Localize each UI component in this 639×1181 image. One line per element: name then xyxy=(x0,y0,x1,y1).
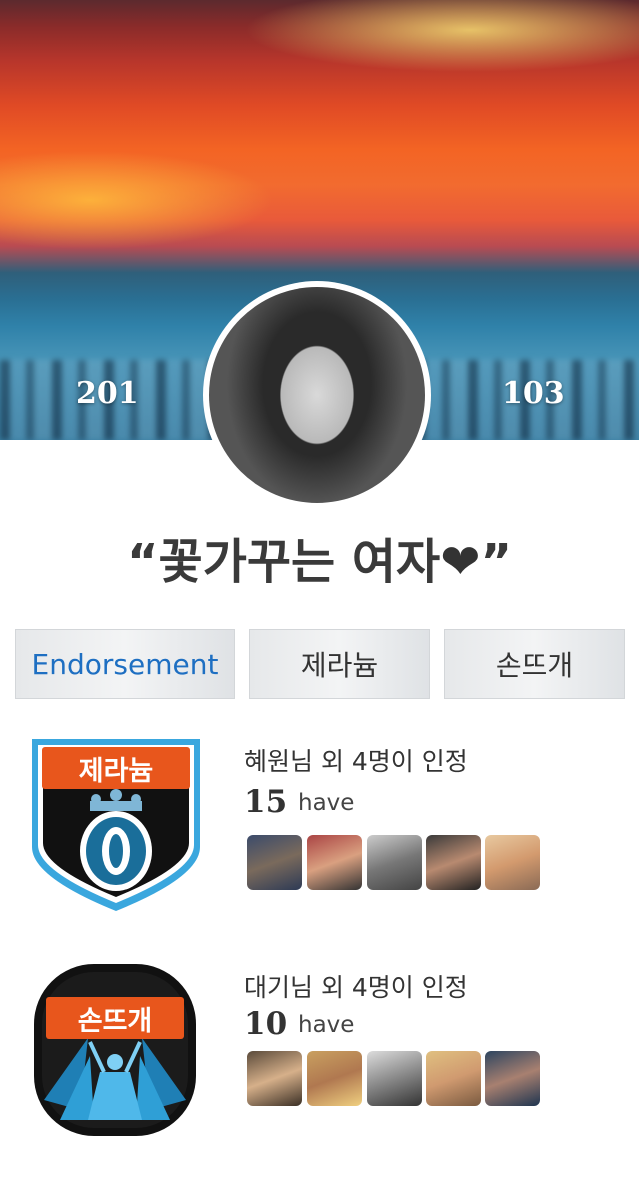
endorser-avatar[interactable] xyxy=(307,835,362,890)
endorser-avatar[interactable] xyxy=(247,835,302,890)
endorsement-count-suffix: have xyxy=(298,1012,355,1038)
profile-title: “꽃가꾸는 여자❤” xyxy=(0,522,639,592)
knitting-badge-icon xyxy=(34,964,196,1136)
tab-geranium[interactable]: 제라늄 xyxy=(249,629,430,699)
endorsement-count: 15 xyxy=(244,784,288,820)
endorser-avatar[interactable] xyxy=(426,835,481,890)
followers-count[interactable]: 201 xyxy=(76,376,139,411)
badge-label: 손뜨개 xyxy=(46,997,184,1039)
heart-icon: ❤ xyxy=(440,534,481,590)
endorser-avatar[interactable] xyxy=(367,835,422,890)
tab-bar: Endorsement 제라늄 손뜨개 xyxy=(15,629,625,699)
profile-title-text: “꽃가꾸는 여자 xyxy=(127,534,441,590)
profile-title-close: ” xyxy=(480,534,512,590)
endorser-avatar[interactable] xyxy=(247,1051,302,1106)
tab-endorsement[interactable]: Endorsement xyxy=(15,629,235,699)
following-count[interactable]: 103 xyxy=(502,376,565,411)
knitting-badge[interactable]: 손뜨개 xyxy=(30,960,200,1140)
endorser-avatar[interactable] xyxy=(367,1051,422,1106)
endorsement-count-suffix: have xyxy=(298,790,355,816)
endorser-avatar[interactable] xyxy=(485,1051,540,1106)
endorsement-description: 대기님 외 4명이 인정 xyxy=(244,973,468,1002)
endorser-avatar[interactable] xyxy=(307,1051,362,1106)
profile-photo xyxy=(209,287,425,503)
endorser-avatar[interactable] xyxy=(485,835,540,890)
geranium-badge[interactable]: 제라늄 xyxy=(28,737,204,913)
endorsement-description: 혜원님 외 4명이 인정 xyxy=(244,747,468,776)
endorsement-count: 10 xyxy=(244,1006,288,1042)
profile-avatar[interactable] xyxy=(203,281,431,509)
badge-label: 제라늄 xyxy=(42,747,190,789)
tab-knitting[interactable]: 손뜨개 xyxy=(444,629,625,699)
endorser-avatar[interactable] xyxy=(426,1051,481,1106)
